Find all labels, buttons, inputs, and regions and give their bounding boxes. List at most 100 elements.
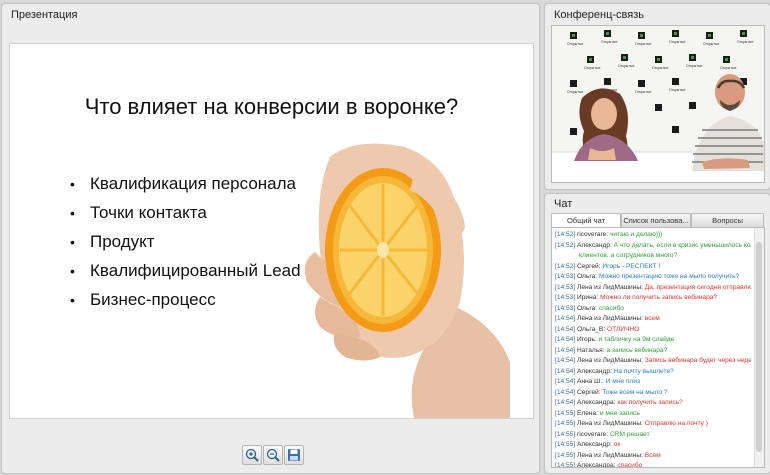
- chat-message: [14:52] ricoverare: читаю и делаю))): [555, 230, 751, 241]
- chat-message: [14:54] Ольга_В: ОТЛИЧНО: [555, 325, 751, 336]
- chat-message-area[interactable]: [14:52] ricoverare: читаю и делаю))) [14:…: [551, 227, 765, 468]
- presentation-panel-title: Презентация: [11, 9, 78, 21]
- chat-message-author: Лена из ЛидМашины:: [577, 420, 645, 427]
- svg-text:Открытые: Открытые: [652, 66, 668, 70]
- chat-message: [14:52] Сергей: Игорь - РЕСПЕКТ !: [555, 262, 751, 273]
- chat-message-author: Александр:: [577, 367, 614, 375]
- chat-message-time: [14:53]: [555, 283, 577, 291]
- chat-message: [14:54] Наталья: а запись вебинара?: [555, 346, 751, 357]
- slide-bullet: • Квалификация персонала: [70, 174, 297, 193]
- svg-text:Открытые: Открытые: [737, 40, 753, 44]
- chat-message: [14:55] Лена из ЛидМашины: Всем: [555, 451, 751, 462]
- chat-message-text: Запись вебинара будет через неделю: [644, 357, 751, 364]
- chat-scrollbar-thumb[interactable]: [756, 242, 762, 452]
- tab-general-chat[interactable]: Общий чат: [551, 213, 621, 228]
- video-feed-image: Открытые Открытые Открытые Открытые Открытые…: [552, 26, 764, 182]
- chat-message-author: Александр:: [577, 441, 614, 448]
- svg-text:Открытые: Открытые: [601, 40, 617, 44]
- chat-message-text: Отправлю на почту ): [644, 420, 708, 427]
- svg-text:Открытые: Открытые: [635, 42, 651, 46]
- chat-message: [14:54] Лена из ЛидМашины: всем: [555, 314, 751, 325]
- chat-message-author: Анна Ш.:: [577, 378, 606, 385]
- chat-message-time: [14:54]: [555, 399, 577, 406]
- chat-message-text: а запись вебинара?: [606, 346, 668, 354]
- chat-tabs: Общий чат Список пользова... Вопросы: [551, 213, 764, 228]
- chat-message-time: [14:53]: [555, 294, 577, 301]
- svg-text:Открытые: Открытые: [686, 64, 702, 68]
- chat-message: [14:55] Александра: спасибо: [555, 461, 751, 468]
- chat-message-author: Александра:: [577, 399, 618, 406]
- chat-message-author: Лена из ЛидМашины:: [577, 357, 645, 364]
- svg-text:Открытые: Открытые: [635, 90, 651, 94]
- tab-questions[interactable]: Вопросы: [691, 213, 764, 227]
- save-button[interactable]: [284, 445, 304, 465]
- chat-message: [14:52] Александр: А что делать, если в …: [555, 241, 751, 252]
- chat-message-text: Можно презентацию тоже на мыло получить?: [598, 273, 740, 280]
- chat-message-text: и табличку на 9м слайде: [598, 336, 675, 343]
- video-conference-panel: Конференц-связь Открытые Открытые Открытые…: [544, 3, 770, 190]
- svg-text:Открытые: Открытые: [669, 40, 685, 44]
- chat-message-author: Елена:: [577, 409, 600, 417]
- chat-message: [14:54] Анна Ш.: И мне плиз: [555, 377, 751, 388]
- chat-message-text: А что делать, если в кризис уменьшилось …: [613, 241, 751, 249]
- video-feed[interactable]: Открытые Открытые Открытые Открытые Открытые…: [551, 25, 765, 183]
- slide-bullet: • Точки контакта: [70, 203, 207, 222]
- chat-message-time: [14:55]: [555, 430, 577, 438]
- chat-message-time: [14:55]: [555, 409, 577, 417]
- chat-message-time: [14:53]: [555, 304, 577, 312]
- chat-message-text: CRM решает: [609, 430, 650, 438]
- chat-message: [14:55] Александр: ок: [555, 440, 751, 451]
- chat-message-author: Ольга_В:: [577, 325, 607, 333]
- chat-message: [14:55] ricoverare: CRM решает: [555, 430, 751, 441]
- presentation-slide: Что влияет на конверсии в воронке? • Квал…: [9, 43, 534, 419]
- tab-user-list[interactable]: Список пользова...: [621, 213, 691, 227]
- chat-message-author: Ирина:: [577, 294, 601, 301]
- chat-message: [14:54] Игорь: и табличку на 9м слайде: [555, 335, 751, 346]
- chat-scrollbar[interactable]: [754, 228, 764, 467]
- chat-message-author: Александра:: [577, 462, 618, 468]
- svg-text:Открытые: Открытые: [618, 64, 634, 68]
- chat-message-text: Да, презентация сегодня отправлю: [644, 283, 751, 291]
- chat-message-time: [14:52]: [555, 262, 577, 270]
- svg-text:Открытые: Открытые: [584, 66, 600, 70]
- slide-bullet: • Продукт: [70, 232, 155, 251]
- chat-message-author: ricoverare:: [577, 430, 610, 438]
- chat-message-author: Сергей:: [577, 388, 603, 396]
- chat-message: [14:53] Ирина: Можно ли получить запись …: [555, 293, 751, 304]
- chat-message-time: [14:54]: [555, 315, 577, 322]
- chat-message-text: И мне плиз: [605, 378, 641, 385]
- save-icon: [288, 449, 300, 461]
- zoom-out-button[interactable]: [263, 445, 283, 465]
- chat-message: [14:55] Елена: и мне запись: [555, 409, 751, 420]
- chat-message-author: Ольга:: [577, 273, 599, 280]
- chat-message: клиентов, а сотрудников много?: [555, 251, 751, 262]
- svg-text:Открытые: Открытые: [720, 66, 736, 70]
- chat-message-text: Можно ли получить запись вебинара?: [600, 294, 718, 301]
- chat-message-text: Всем: [644, 451, 661, 459]
- chat-panel-title: Чат: [554, 198, 573, 210]
- chat-message-text: Тоже всем на мыло ?: [602, 388, 668, 396]
- chat-message-time: [14:55]: [555, 420, 577, 427]
- chat-message-author: Лена из ЛидМашины:: [577, 451, 645, 459]
- squeezed-orange-image: [304, 143, 510, 418]
- chat-panel: Чат Общий чат Список пользова... Вопросы…: [544, 193, 770, 474]
- chat-message: [14:54] Александра: как получить запись?: [555, 398, 751, 409]
- chat-message-author: Лена из ЛидМашины:: [577, 315, 645, 322]
- chat-message-text: и мне запись: [599, 409, 640, 417]
- chat-message-text: спасибо: [598, 304, 624, 312]
- chat-message-author: Ольга:: [577, 304, 599, 312]
- chat-message-list: [14:52] ricoverare: читаю и делаю))) [14:…: [555, 230, 751, 468]
- chat-message-time: [14:54]: [555, 325, 577, 333]
- zoom-in-button[interactable]: [242, 445, 262, 465]
- chat-message-author: Наталья:: [577, 346, 607, 354]
- chat-message-text: как получить запись?: [617, 399, 683, 406]
- chat-message-text: спасибо: [617, 462, 643, 468]
- chat-message-text: На почту вышлете?: [613, 367, 674, 375]
- chat-message: [14:53] Лена из ЛидМашины: Да, презентац…: [555, 283, 751, 294]
- chat-message-time: [14:55]: [555, 441, 577, 448]
- chat-message-time: [14:55]: [555, 451, 577, 459]
- svg-text:Открытые: Открытые: [567, 90, 583, 94]
- svg-text:Открытые: Открытые: [703, 42, 719, 46]
- chat-message: [14:55] Лена из ЛидМашины: Отправлю на п…: [555, 419, 751, 430]
- chat-message-text: ок: [613, 441, 621, 448]
